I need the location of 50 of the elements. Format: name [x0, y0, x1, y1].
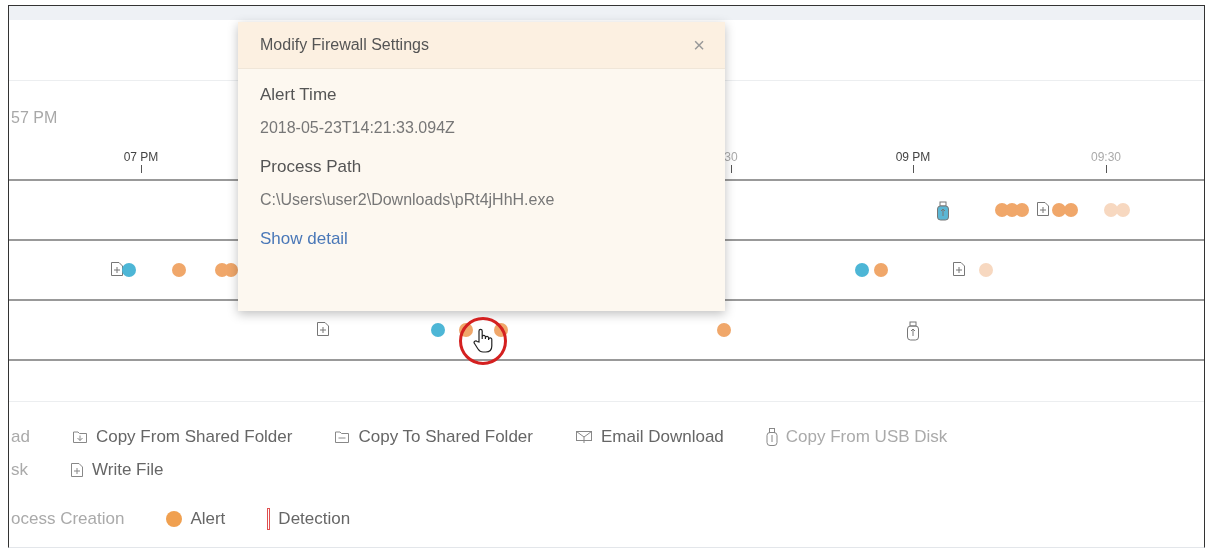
legend-label: sk	[11, 459, 28, 480]
detection-marker	[267, 507, 271, 530]
tick-label: 07 PM	[123, 150, 159, 164]
usb-drive-icon[interactable]	[936, 201, 950, 221]
tick-label: 30	[724, 150, 738, 164]
folder-icon	[71, 429, 88, 444]
legend-label: Copy To Shared Folder	[358, 426, 533, 447]
field-value: 2018-05-23T14:21:33.094Z	[260, 119, 455, 137]
tick-label: 09 PM	[895, 150, 931, 164]
alert-dot[interactable]	[1052, 203, 1066, 217]
hand-cursor-icon	[473, 328, 495, 354]
usb-drive-icon	[765, 427, 778, 446]
alert-dot[interactable]	[1015, 203, 1029, 217]
alert-dot[interactable]	[995, 203, 1009, 217]
file-icon[interactable]	[1036, 201, 1050, 217]
alert-dot[interactable]	[1104, 203, 1118, 217]
alert-dot[interactable]	[224, 263, 238, 277]
tick-label: 09:30	[1091, 150, 1121, 164]
folder-icon	[334, 429, 351, 444]
alert-dot[interactable]	[1116, 203, 1130, 217]
alert-dot	[166, 510, 183, 527]
alert-dot[interactable]	[717, 323, 731, 337]
file-icon[interactable]	[316, 321, 330, 337]
alert-dot[interactable]	[1064, 203, 1078, 217]
legend-label: ad	[11, 426, 30, 447]
process-dot[interactable]	[855, 263, 869, 277]
field-value: C:\Users\user2\Downloads\pRt4jHhH.exe	[260, 191, 555, 209]
legend-label: Email Download	[600, 426, 724, 447]
alert-dot[interactable]	[979, 263, 993, 277]
legend-label: Copy From USB Disk	[785, 426, 948, 447]
popup-title: Modify Firewall Settings	[260, 36, 429, 54]
legend-label: Copy From Shared Folder	[95, 426, 293, 447]
alert-dot[interactable]	[874, 263, 888, 277]
show-detail-link[interactable]: Show detail	[260, 229, 348, 249]
time-label: 57 PM	[11, 109, 58, 127]
file-icon	[70, 461, 84, 478]
file-icon[interactable]	[952, 261, 966, 277]
field-label: Process Path	[260, 157, 362, 177]
legend-label: Write File	[92, 459, 164, 480]
envelope-icon	[574, 429, 593, 444]
usb-drive-icon[interactable]	[906, 321, 920, 341]
field-label: Alert Time	[260, 85, 337, 105]
legend-label: Alert	[190, 508, 226, 529]
alert-dot[interactable]	[172, 263, 186, 277]
legend-label: Detection	[278, 508, 351, 529]
legend-label: ocess Creation	[11, 508, 125, 529]
file-icon[interactable]	[110, 261, 124, 277]
process-dot[interactable]	[431, 323, 445, 337]
close-button[interactable]: ×	[689, 33, 709, 57]
process-dot[interactable]	[122, 263, 136, 277]
